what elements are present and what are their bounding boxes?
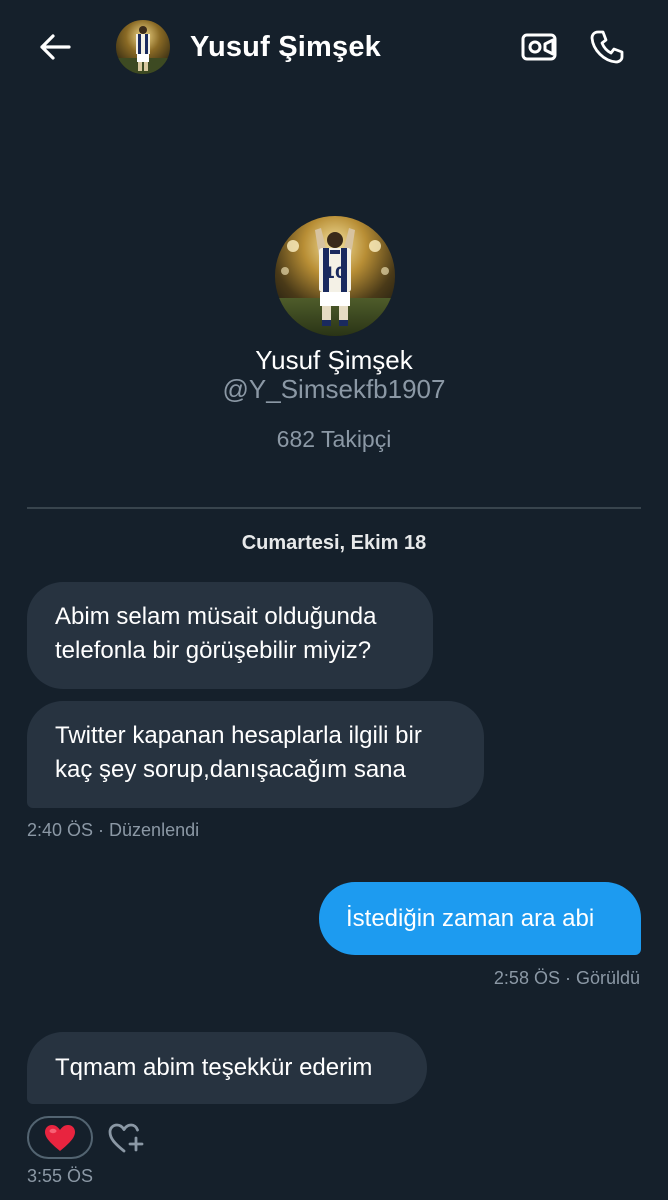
- message-bubble-received[interactable]: Abim selam müsait olduğunda telefonla bi…: [27, 582, 433, 689]
- video-call-button[interactable]: [516, 26, 562, 68]
- date-separator: Cumartesi, Ekim 18: [241, 532, 427, 554]
- message-timestamp: 2:40 ÖS · Düzenlendi: [27, 820, 200, 840]
- video-camera-icon: [521, 33, 557, 61]
- profile-followers-count: 682 Takipçi: [276, 426, 392, 452]
- header-avatar[interactable]: [116, 20, 170, 74]
- back-button[interactable]: [34, 26, 76, 68]
- divider: [27, 507, 641, 509]
- message-bubble-received[interactable]: Twitter kapanan hesaplarla ilgili bir ka…: [27, 701, 484, 808]
- message-bubble-sent[interactable]: İstediğin zaman ara abi: [319, 882, 641, 955]
- message-text-line: kaç şey sorup,danışacağım sana: [55, 756, 406, 783]
- arrow-left-icon: [40, 34, 71, 60]
- add-reaction-button[interactable]: [105, 1118, 147, 1158]
- header-contact-name[interactable]: Yusuf Şimşek: [190, 30, 381, 64]
- avatar-image: [116, 20, 170, 74]
- message-text-line: telefonla bir görüşebilir miyiz?: [55, 637, 372, 664]
- chat-header: Yusuf Şimşek: [0, 0, 668, 96]
- svg-text:10: 10: [324, 263, 346, 282]
- message-timestamp-seen: 2:58 ÖS · Görüldü: [493, 968, 640, 988]
- phone-icon: [590, 30, 624, 64]
- message-text-line: Abim selam müsait olduğunda: [55, 603, 377, 630]
- avatar-image: 10: [275, 216, 395, 336]
- message-timestamp: 3:55 ÖS: [27, 1166, 94, 1186]
- heart-plus-icon: [108, 1123, 144, 1153]
- message-text-line: Twitter kapanan hesaplarla ilgili bir: [55, 722, 422, 749]
- message-text-line: Tqmam abim teşekkür ederim: [55, 1054, 373, 1081]
- message-text-line: İstediğin zaman ara abi: [346, 905, 595, 932]
- profile-avatar[interactable]: 10: [275, 216, 395, 336]
- voice-call-button[interactable]: [584, 24, 630, 70]
- reaction-heart[interactable]: [27, 1116, 93, 1159]
- message-bubble-received[interactable]: Tqmam abim teşekkür ederim: [27, 1032, 427, 1104]
- profile-handle: @Y_Simsekfb1907: [222, 374, 446, 404]
- profile-name: Yusuf Şimşek: [255, 345, 413, 375]
- red-heart-icon: [45, 1124, 75, 1151]
